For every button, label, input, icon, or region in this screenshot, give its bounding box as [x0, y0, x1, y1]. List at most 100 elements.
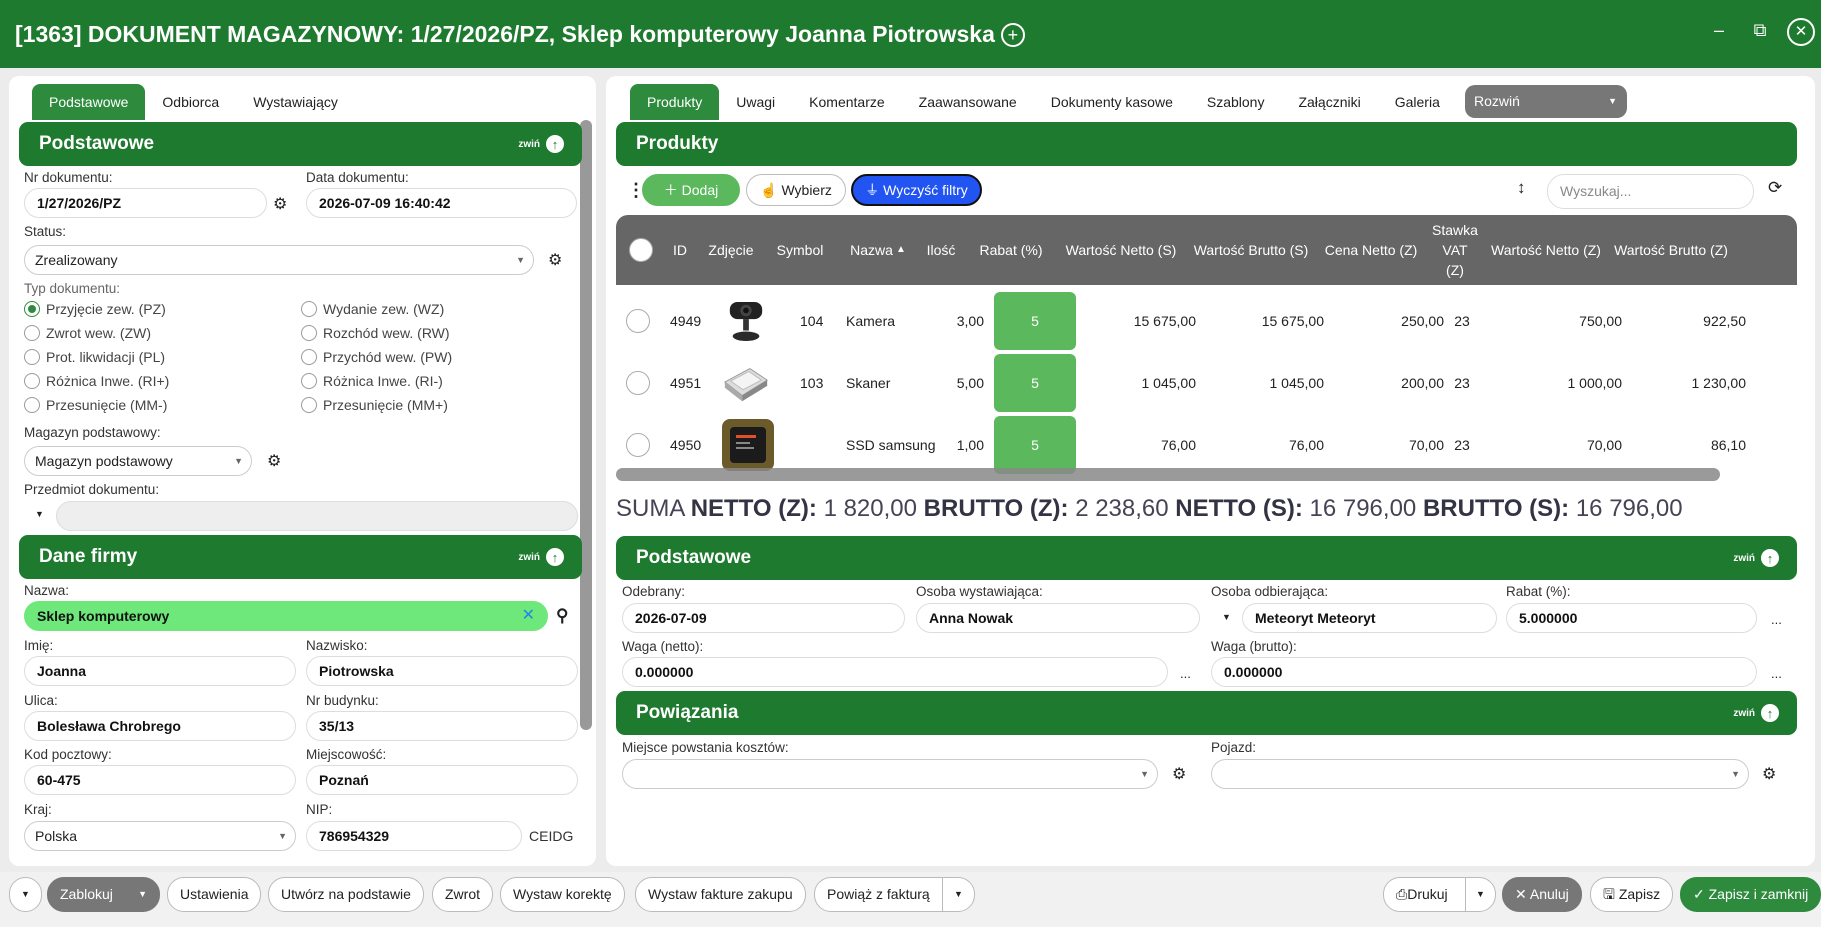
restore-icon[interactable]: ⧉ [1747, 20, 1773, 41]
weight-gross-input[interactable]: 0.000000 [1211, 657, 1757, 687]
last-name-input[interactable]: Piotrowska [306, 656, 578, 686]
col-price-net-z[interactable]: Cena Netto (Z) [1316, 215, 1426, 285]
caret-down-icon[interactable]: ▼ [1465, 878, 1495, 911]
col-name[interactable]: Nazwa ▲ [840, 215, 916, 285]
more-button[interactable]: ... [1771, 612, 1782, 627]
collapse-button[interactable]: zwiń ↑ [1733, 704, 1779, 722]
table-row[interactable]: 4949 104 Kamera 3,00 5 15 675,00 15 675,… [616, 290, 1797, 352]
more-button[interactable]: ... [1180, 666, 1191, 681]
tab-komentarze[interactable]: Komentarze [792, 84, 901, 120]
company-name-input[interactable]: Sklep komputerowy ✕ [24, 601, 548, 631]
radio-pw[interactable]: Przychód wew. (PW) [301, 349, 452, 365]
nip-input[interactable]: 786954329 [306, 821, 522, 851]
row-checkbox[interactable] [626, 352, 650, 414]
gear-icon[interactable]: ⚙ [1762, 764, 1776, 784]
link-invoice-button[interactable]: Powiąż z fakturą ▼ [814, 877, 975, 912]
cost-center-select[interactable]: ▼ [622, 759, 1158, 789]
tab-zalaczniki[interactable]: Załączniki [1281, 84, 1377, 120]
tab-galeria[interactable]: Galeria [1378, 84, 1457, 120]
table-horizontal-scrollbar[interactable] [616, 468, 1720, 481]
ssd-photo[interactable] [720, 414, 776, 476]
cancel-button[interactable]: ✕ Anuluj [1502, 877, 1582, 912]
gear-icon[interactable]: ⚙ [273, 194, 287, 214]
caret-down-icon[interactable]: ▼ [35, 509, 44, 519]
settings-button[interactable]: Ustawienia [167, 877, 262, 912]
first-name-input[interactable]: Joanna [24, 656, 296, 686]
radio-ri-plus[interactable]: Różnica Inwe. (RI+) [24, 373, 169, 389]
col-qty[interactable]: Ilość [916, 215, 966, 285]
gear-icon[interactable]: ⚙ [1172, 764, 1186, 784]
issuer-input[interactable]: Anna Nowak [916, 603, 1200, 633]
left-scrollbar[interactable] [580, 120, 592, 730]
webcam-photo[interactable] [726, 290, 766, 352]
add-button[interactable]: ＋ Dodaj [642, 174, 740, 206]
ceidg-link[interactable]: CEIDG [529, 828, 573, 844]
add-circle-icon[interactable]: + [1000, 23, 1025, 48]
col-gross-s[interactable]: Wartość Brutto (S) [1186, 215, 1316, 285]
radio-wz[interactable]: Wydanie zew. (WZ) [301, 301, 444, 317]
radio-mm-plus[interactable]: Przesunięcie (MM+) [301, 397, 448, 413]
col-discount[interactable]: Rabat (%) [966, 215, 1056, 285]
col-id[interactable]: ID [660, 215, 700, 285]
tab-dokumenty-kasowe[interactable]: Dokumenty kasowe [1034, 84, 1190, 120]
country-select[interactable]: Polska ▼ [24, 821, 296, 851]
expand-select[interactable]: Rozwiń ▼ [1465, 85, 1627, 118]
table-row[interactable]: 4951 103 Skaner 5,00 5 1 045,00 1 045,00… [616, 352, 1797, 414]
choose-button[interactable]: ☝ Wybierz [746, 174, 846, 206]
refresh-icon[interactable]: ⟳ [1768, 178, 1782, 198]
tab-szablony[interactable]: Szablony [1190, 84, 1282, 120]
clear-x-icon[interactable]: ✕ [522, 602, 535, 630]
collapse-button[interactable]: zwiń ↑ [1733, 549, 1779, 567]
vehicle-select[interactable]: ▼ [1211, 759, 1749, 789]
print-button[interactable]: ⎙Drukuj ▼ [1383, 877, 1496, 912]
correction-button[interactable]: Wystaw korektę [500, 877, 625, 912]
tab-odbiorca[interactable]: Odbiorca [145, 84, 236, 120]
tab-zaawansowane[interactable]: Zaawansowane [902, 84, 1034, 120]
city-input[interactable]: Poznań [306, 765, 578, 795]
search-icon[interactable]: ⚲ [556, 606, 568, 626]
received-input[interactable]: 2026-07-09 [622, 603, 905, 633]
gear-icon[interactable]: ⚙ [548, 250, 562, 270]
save-button[interactable]: 🖫 Zapisz [1590, 877, 1674, 912]
col-net-z[interactable]: Wartość Netto (Z) [1484, 215, 1608, 285]
return-button[interactable]: Zwrot [432, 877, 493, 912]
col-gross-z[interactable]: Wartość Brutto (Z) [1608, 215, 1734, 285]
row-checkbox[interactable] [626, 290, 650, 352]
gear-icon[interactable]: ⚙ [267, 451, 281, 471]
close-icon[interactable]: ✕ [1787, 18, 1815, 46]
weight-net-input[interactable]: 0.000000 [622, 657, 1168, 687]
receiver-input[interactable]: Meteoryt Meteoryt [1242, 603, 1497, 633]
nr-input[interactable]: 1/27/2026/PZ [24, 188, 267, 218]
tab-uwagi[interactable]: Uwagi [719, 84, 792, 120]
warehouse-select[interactable]: Magazyn podstawowy ▼ [24, 446, 252, 476]
block-button[interactable]: Zablokuj ▼ [47, 877, 160, 912]
discount-input[interactable]: 5.000000 [1506, 603, 1757, 633]
row-checkbox[interactable] [626, 414, 650, 476]
clear-filters-button[interactable]: ⏚ Wyczyść filtry [851, 174, 982, 206]
tab-produkty[interactable]: Produkty [630, 84, 720, 120]
tab-podstawowe[interactable]: Podstawowe [32, 84, 146, 120]
resize-vertical-icon[interactable]: ↕ [1517, 178, 1526, 198]
subject-input[interactable] [56, 501, 578, 531]
scanner-photo[interactable] [721, 352, 771, 414]
radio-pl[interactable]: Prot. likwidacji (PL) [24, 349, 165, 365]
radio-rw[interactable]: Rozchód wew. (RW) [301, 325, 450, 341]
select-all-checkbox[interactable] [624, 215, 658, 285]
street-input[interactable]: Bolesława Chrobrego [24, 711, 296, 741]
search-input[interactable]: Wyszukaj... [1547, 174, 1754, 209]
radio-zw[interactable]: Zwrot wew. (ZW) [24, 325, 151, 341]
zip-input[interactable]: 60-475 [24, 765, 296, 795]
more-button[interactable]: ... [1771, 666, 1782, 681]
purchase-invoice-button[interactable]: Wystaw fakture zakupu [635, 877, 806, 912]
col-photo[interactable]: Zdjęcie [700, 215, 762, 285]
caret-down-icon[interactable]: ▼ [1222, 612, 1231, 622]
building-input[interactable]: 35/13 [306, 711, 578, 741]
col-symbol[interactable]: Symbol [762, 215, 838, 285]
create-based-button[interactable]: Utwórz na podstawie [268, 877, 424, 912]
table-row[interactable]: 4950 SSD samsung 1,00 5 76,00 76,00 70,0… [616, 414, 1797, 476]
collapse-button[interactable]: zwiń ↑ [518, 548, 564, 566]
minimize-icon[interactable]: ‒ [1706, 20, 1732, 41]
menu-caret-button[interactable]: ▼ [9, 877, 42, 912]
tab-wystawiajacy[interactable]: Wystawiający [236, 84, 355, 120]
radio-pz[interactable]: Przyjęcie zew. (PZ) [24, 301, 166, 317]
